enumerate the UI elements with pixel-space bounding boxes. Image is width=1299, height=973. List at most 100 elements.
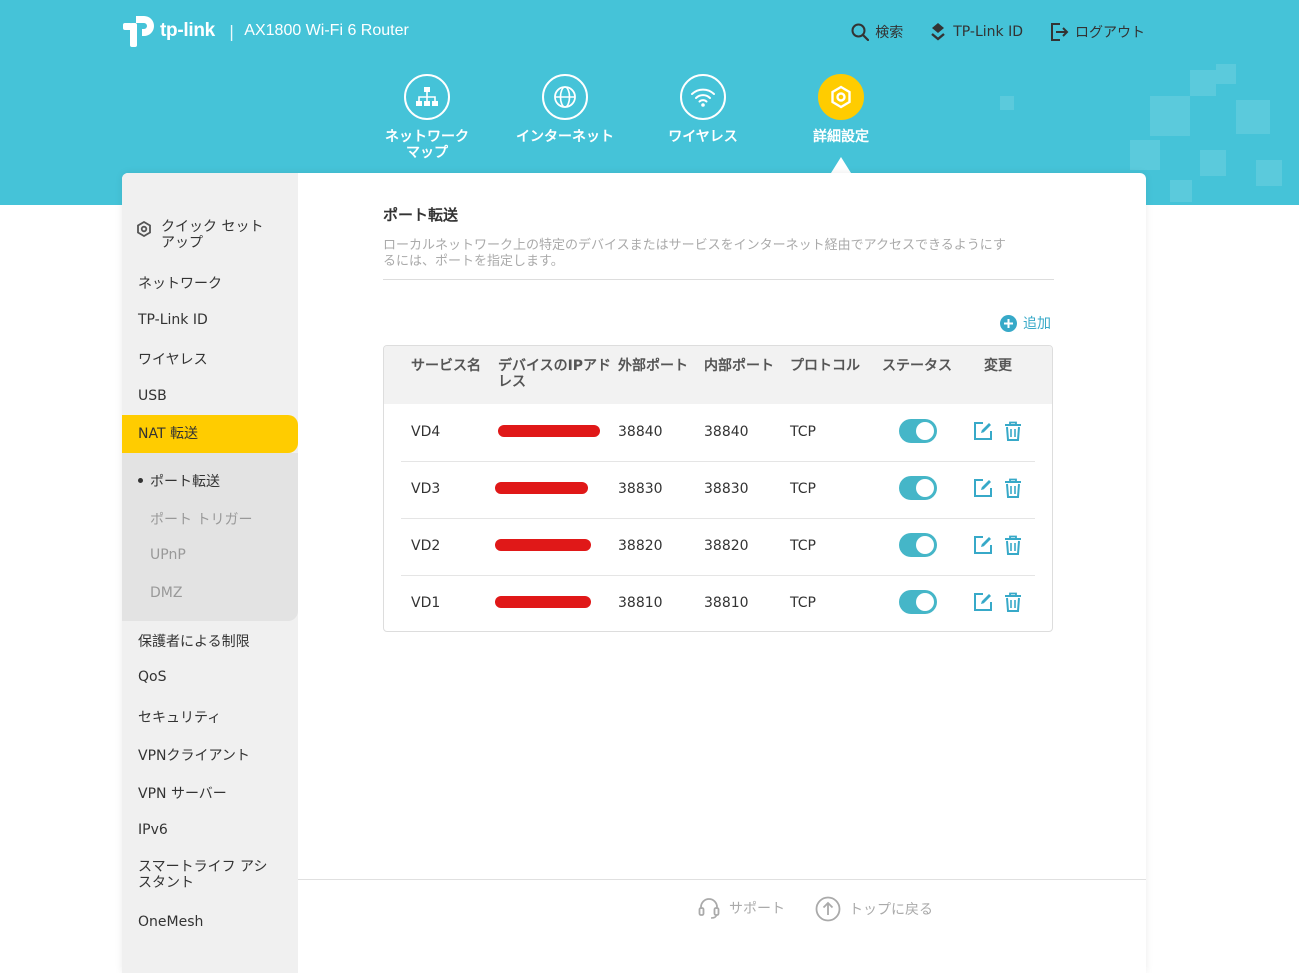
arrow-up-circle-icon (815, 896, 841, 922)
tplink-id-icon (931, 23, 945, 41)
redacted-ip (495, 596, 591, 608)
sidebar-item-ipv6[interactable]: IPv6 (122, 822, 298, 838)
sidebar-item-label: アップ (161, 235, 203, 251)
toggle-knob (916, 422, 934, 440)
nav-advanced-circle (818, 74, 864, 120)
cell-external-port: 38810 (618, 595, 663, 611)
cell-service: VD2 (411, 538, 441, 554)
logo-text: tp-link (160, 20, 215, 41)
search-button[interactable]: 検索 (851, 22, 903, 42)
col-internal-port: 内部ポート (704, 358, 774, 374)
col-device-ip-line: デバイスのIPアド (498, 358, 612, 374)
nav-internet[interactable]: インターネット (505, 74, 625, 145)
tplink-id-button[interactable]: TP-Link ID (929, 22, 1023, 42)
trash-icon[interactable] (1003, 478, 1023, 498)
status-toggle[interactable] (899, 476, 937, 500)
headset-icon (698, 898, 720, 919)
main-content: ポート転送 ローカルネットワーク上の特定のデバイスまたはサービスをインターネット… (298, 173, 1146, 973)
table-header: サービス名 デバイスのIPアド レス 外部ポート 内部ポート プロトコル ステー… (384, 346, 1052, 404)
tplink-logo-icon (123, 16, 154, 47)
footer: サポート トップに戻る (298, 879, 1146, 973)
col-status: ステータス (882, 358, 952, 374)
nav-internet-label: インターネット (516, 129, 614, 145)
support-label: サポート (729, 901, 785, 917)
status-toggle[interactable] (899, 419, 937, 443)
toggle-knob (916, 479, 934, 497)
router-model: AX1800 Wi-Fi 6 Router (244, 22, 409, 39)
support-link[interactable]: サポート (697, 896, 785, 920)
redacted-ip (495, 482, 588, 494)
sidebar: クイック セット アップ ネットワーク TP-Link ID ワイヤレス USB… (122, 173, 298, 973)
sidebar-item-usb[interactable]: USB (122, 388, 298, 404)
sidebar-item-tplink-id[interactable]: TP-Link ID (122, 312, 298, 328)
table-row: VD3 38830 38830 TCP (401, 461, 1035, 519)
page-description-line: るには、ポートを指定します。 (383, 254, 564, 269)
sidebar-item-security[interactable]: セキュリティ (122, 707, 298, 727)
sidebar-item-label: クイック セット (161, 219, 264, 235)
redacted-ip (495, 539, 591, 551)
sidebar-item-parental-controls[interactable]: 保護者による制限 (122, 631, 298, 651)
nav-wireless-label: ワイヤレス (668, 129, 738, 145)
submenu-upnp[interactable]: UPnP (150, 547, 186, 563)
col-protocol: プロトコル (790, 358, 860, 374)
sidebar-item-wireless[interactable]: ワイヤレス (122, 349, 298, 369)
cell-service: VD4 (411, 424, 441, 440)
nav-network-map[interactable]: ネットワーク マップ (367, 74, 487, 161)
sidebar-item-quick-setup[interactable]: クイック セット アップ (122, 219, 298, 251)
status-toggle[interactable] (899, 590, 937, 614)
tplink-id-label: TP-Link ID (953, 24, 1023, 40)
back-to-top-label: トップに戻る (849, 902, 933, 918)
sidebar-item-onemesh[interactable]: OneMesh (122, 914, 298, 930)
logo-separator: | (228, 21, 235, 41)
status-toggle[interactable] (899, 533, 937, 557)
divider (383, 279, 1054, 280)
cell-external-port: 38840 (618, 424, 663, 440)
edit-icon[interactable] (973, 535, 993, 555)
table-row: VD2 38820 38820 TCP (401, 518, 1035, 576)
sidebar-item-vpn-client[interactable]: VPNクライアント (122, 745, 298, 765)
logout-icon (1051, 23, 1069, 41)
nav-network-map-circle (404, 74, 450, 120)
nav-network-map-label-1: ネットワーク (385, 129, 469, 145)
sidebar-item-vpn-server[interactable]: VPN サーバー (122, 783, 298, 803)
table-row: VD4 38840 38840 TCP (401, 404, 1035, 462)
search-icon (851, 23, 870, 41)
col-modify: 変更 (984, 358, 1012, 374)
nav-wireless[interactable]: ワイヤレス (643, 74, 763, 145)
trash-icon[interactable] (1003, 421, 1023, 441)
add-button[interactable]: 追加 (1000, 313, 1051, 333)
edit-icon[interactable] (973, 592, 993, 612)
cell-service: VD3 (411, 481, 441, 497)
cell-service: VD1 (411, 595, 441, 611)
submenu-port-trigger[interactable]: ポート トリガー (150, 509, 252, 529)
sidebar-item-nat[interactable]: NAT 転送 (122, 415, 298, 453)
tplink-logo[interactable]: tp-link | AX1800 Wi-Fi 6 Router (122, 14, 409, 48)
cell-protocol: TCP (790, 538, 816, 554)
trash-icon[interactable] (1003, 535, 1023, 555)
page-title: ポート転送 (383, 206, 459, 224)
nat-submenu: ポート転送 ポート トリガー UPnP DMZ (122, 453, 298, 621)
edit-icon[interactable] (973, 478, 993, 498)
port-forwarding-table: サービス名 デバイスのIPアド レス 外部ポート 内部ポート プロトコル ステー… (383, 345, 1053, 632)
cell-internal-port: 38840 (704, 424, 749, 440)
submenu-port-forwarding[interactable]: ポート転送 (138, 471, 220, 491)
trash-icon[interactable] (1003, 592, 1023, 612)
cell-external-port: 38820 (618, 538, 663, 554)
edit-icon[interactable] (973, 421, 993, 441)
page-description-line: ローカルネットワーク上の特定のデバイスまたはサービスをインターネット経由でアクセ… (383, 238, 1006, 253)
toggle-knob (916, 536, 934, 554)
nav-advanced[interactable]: 詳細設定 (781, 74, 901, 145)
sidebar-item-smart-life[interactable]: スマートライフ アシ スタント (122, 859, 298, 891)
sidebar-item-qos[interactable]: QoS (122, 669, 298, 685)
redacted-ip (498, 425, 600, 437)
current-dot (138, 477, 143, 483)
main-nav: ネットワーク マップ インターネット ワイヤレス 詳細設定 (0, 74, 1299, 174)
back-to-top-link[interactable]: トップに戻る (815, 896, 933, 922)
col-device-ip: デバイスのIPアド レス (498, 358, 611, 390)
col-device-ip-line: レス (498, 374, 526, 390)
submenu-dmz[interactable]: DMZ (150, 585, 182, 601)
nav-advanced-label: 詳細設定 (813, 129, 869, 145)
sidebar-item-network[interactable]: ネットワーク (122, 273, 298, 293)
top-actions: 検索 TP-Link ID ログアウト (851, 22, 1145, 42)
logout-button[interactable]: ログアウト (1049, 22, 1145, 42)
